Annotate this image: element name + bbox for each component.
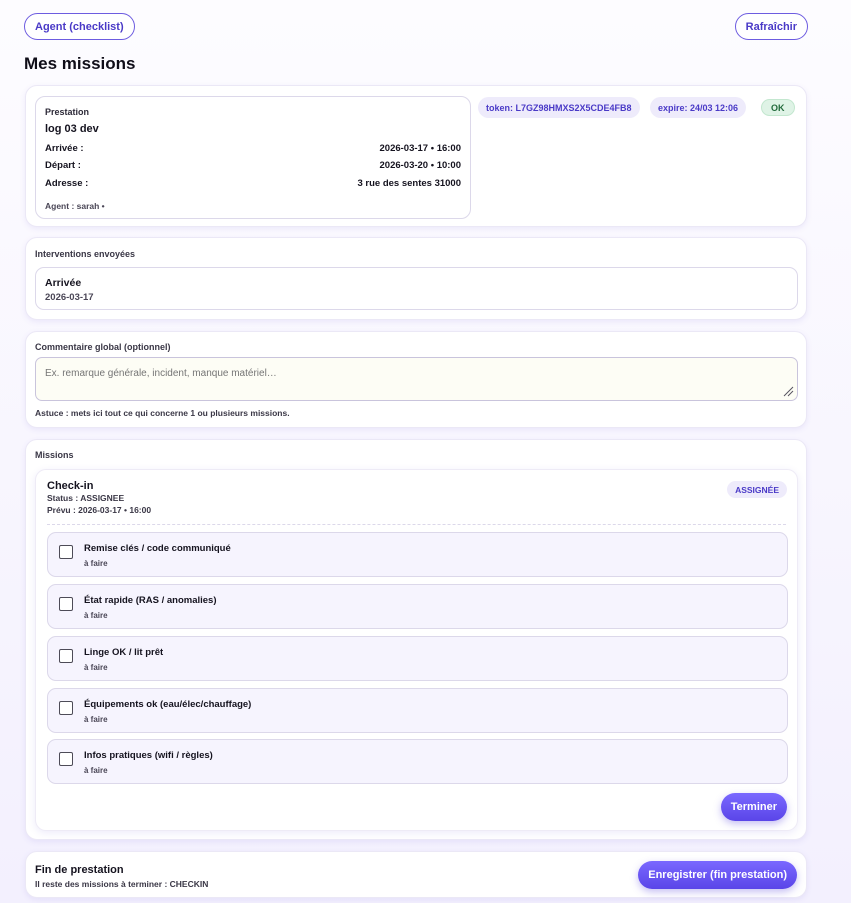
- prestation-label: Prestation: [45, 107, 90, 117]
- page-title: Mes missions: [24, 54, 136, 73]
- mission-status: Status : ASSIGNEE: [47, 493, 125, 503]
- comment-textarea[interactable]: [35, 357, 798, 401]
- departure-value: 2026-03-20 • 10:00: [379, 160, 462, 171]
- task-item[interactable]: État rapide (RAS / anomalies) à faire: [47, 584, 788, 629]
- token-chip: token: L7GZ98HMXS2X5CDE4FB8: [478, 97, 640, 118]
- agent-checklist-button[interactable]: Agent (checklist): [24, 13, 135, 40]
- task-state: à faire: [84, 559, 108, 568]
- resize-grip-icon[interactable]: [783, 386, 794, 397]
- mission-status-badge: ASSIGNÉE: [727, 481, 787, 498]
- address-row: Adresse : 3 rue des sentes 31000: [45, 178, 461, 189]
- task-item[interactable]: Infos pratiques (wifi / règles) à faire: [47, 739, 788, 784]
- comment-card: Commentaire global (optionnel) Astuce : …: [25, 331, 807, 428]
- address-value: 3 rue des sentes 31000: [357, 178, 461, 189]
- task-title: État rapide (RAS / anomalies): [84, 595, 217, 606]
- end-prestation-card: Fin de prestation Il reste des missions …: [25, 851, 807, 898]
- task-state: à faire: [84, 611, 108, 620]
- task-checkbox[interactable]: [59, 752, 73, 766]
- interventions-card: Interventions envoyées Arrivée 2026-03-1…: [25, 237, 807, 320]
- comment-label: Commentaire global (optionnel): [35, 342, 171, 352]
- task-checkbox[interactable]: [59, 649, 73, 663]
- task-checkbox[interactable]: [59, 545, 73, 559]
- task-checkbox[interactable]: [59, 597, 73, 611]
- status-badge: OK: [761, 99, 795, 116]
- save-end-prestation-button[interactable]: Enregistrer (fin prestation): [638, 861, 797, 889]
- task-item[interactable]: Linge OK / lit prêt à faire: [47, 636, 788, 681]
- interventions-label: Interventions envoyées: [35, 249, 136, 259]
- comment-hint: Astuce : mets ici tout ce qui concerne 1…: [35, 408, 290, 418]
- mission-card-checkin: Check-in Status : ASSIGNEE Prévu : 2026-…: [35, 469, 798, 831]
- task-state: à faire: [84, 715, 108, 724]
- missions-card: Missions Check-in Status : ASSIGNEE Prév…: [25, 439, 807, 840]
- task-checkbox[interactable]: [59, 701, 73, 715]
- missions-label: Missions: [35, 450, 74, 460]
- end-prestation-title: Fin de prestation: [35, 864, 124, 876]
- intervention-title: Arrivée: [45, 277, 82, 289]
- arrival-value: 2026-03-17 • 16:00: [379, 143, 462, 154]
- divider: [47, 524, 786, 525]
- finish-mission-button[interactable]: Terminer: [720, 793, 787, 821]
- address-label: Adresse :: [45, 178, 89, 189]
- task-state: à faire: [84, 663, 108, 672]
- departure-row: Départ : 2026-03-20 • 10:00: [45, 160, 461, 171]
- task-item[interactable]: Remise clés / code communiqué à faire: [47, 532, 788, 577]
- task-item[interactable]: Équipements ok (eau/élec/chauffage) à fa…: [47, 688, 788, 733]
- task-title: Équipements ok (eau/élec/chauffage): [84, 699, 252, 710]
- mission-title: Check-in: [47, 480, 94, 492]
- end-prestation-subtitle: Il reste des missions à terminer : CHECK…: [35, 879, 209, 889]
- prestation-card: Prestation log 03 dev Arrivée : 2026-03-…: [25, 85, 807, 227]
- departure-label: Départ :: [45, 160, 81, 171]
- task-title: Linge OK / lit prêt: [84, 647, 164, 658]
- intervention-date: 2026-03-17: [45, 292, 94, 303]
- task-title: Remise clés / code communiqué: [84, 543, 231, 554]
- task-title: Infos pratiques (wifi / règles): [84, 750, 213, 761]
- arrival-label: Arrivée :: [45, 143, 84, 154]
- refresh-button[interactable]: Rafraîchir: [734, 13, 808, 40]
- prestation-name: log 03 dev: [45, 123, 99, 135]
- intervention-item: Arrivée 2026-03-17: [35, 267, 798, 310]
- top-bar: Agent (checklist) Rafraîchir: [24, 13, 808, 40]
- expire-chip: expire: 24/03 12:06: [650, 97, 747, 118]
- prestation-details: Prestation log 03 dev Arrivée : 2026-03-…: [35, 96, 471, 219]
- task-state: à faire: [84, 766, 108, 775]
- arrival-row: Arrivée : 2026-03-17 • 16:00: [45, 143, 461, 154]
- mission-planned: Prévu : 2026-03-17 • 16:00: [47, 505, 152, 515]
- agent-info: Agent : sarah •: [45, 201, 105, 211]
